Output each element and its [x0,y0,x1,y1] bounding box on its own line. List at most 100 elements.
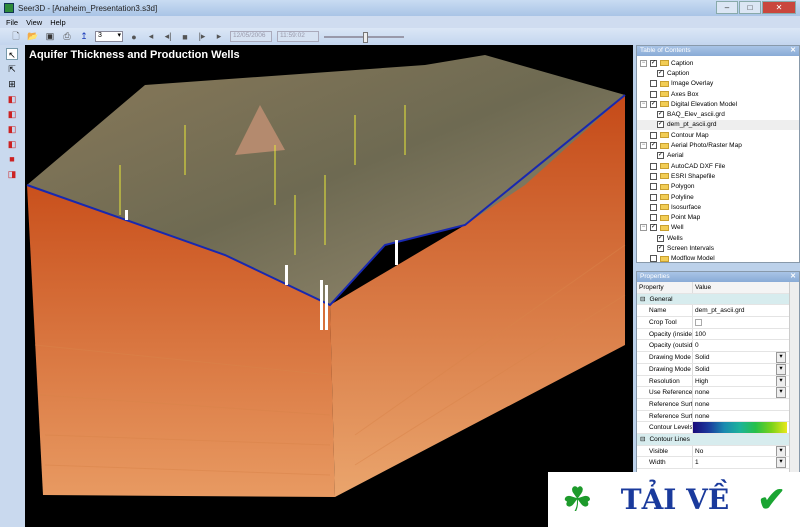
property-row[interactable]: Drawing Mode (Solid [637,352,799,364]
property-row[interactable]: Name dem_pt_ascii.grd [637,305,799,318]
menu-view[interactable]: View [26,18,42,27]
property-value[interactable] [693,422,787,433]
3d-viewport[interactable]: Aquifer Thickness and Production Wells [25,45,633,527]
property-value[interactable]: 100 [693,329,787,340]
close-button[interactable]: ✕ [762,1,796,14]
checkbox[interactable] [650,255,657,263]
expand-icon[interactable] [640,80,647,87]
expand-icon[interactable] [640,173,647,180]
property-value[interactable]: none [693,399,787,410]
property-row[interactable]: Reference Surfa none [637,398,799,411]
print-icon[interactable]: ⎙ [61,31,73,43]
view-front-icon[interactable]: ◧ [6,108,18,120]
time-field[interactable]: 11:59:02 [277,31,319,42]
property-row[interactable]: Reference Surfa none [637,410,799,423]
toc-item[interactable]: − ✓ Digital Elevation Model [637,99,799,109]
toc-item[interactable]: ✓ Aerial [637,151,799,161]
time-slider[interactable] [324,31,404,43]
collapse-icon[interactable]: ⊟ [640,295,645,303]
toc-item[interactable]: − ✓ Aerial Photo/Raster Map [637,140,799,150]
checkbox[interactable]: ✓ [650,59,657,67]
property-value[interactable] [693,317,787,328]
property-row[interactable]: Opacity (outside 0 [637,340,799,353]
checkbox[interactable] [650,203,657,211]
checkbox[interactable]: ✓ [657,244,664,252]
layer-select[interactable]: 3 [95,31,123,42]
next-frame-icon[interactable]: |▸ [196,31,208,43]
checkbox[interactable] [650,193,657,201]
property-category[interactable]: ⊟ General [637,293,799,306]
toc-item[interactable]: Axes Box [637,89,799,99]
checkbox[interactable] [650,131,657,139]
checkbox[interactable]: ✓ [650,224,657,232]
view-side-icon[interactable]: ◧ [6,123,18,135]
expand-icon[interactable] [640,163,647,170]
property-row[interactable]: Crop Tool [637,317,799,329]
toc-item[interactable]: Modflow Model [637,254,799,264]
checkbox[interactable]: ✓ [657,111,664,119]
expand-icon[interactable]: − [640,224,647,232]
first-frame-icon[interactable]: ◂ [145,31,157,43]
property-row[interactable]: Resolution High [637,375,799,388]
maximize-button[interactable]: □ [739,1,761,14]
expand-icon[interactable] [640,204,647,211]
property-value[interactable]: High [693,375,787,387]
toc-item[interactable]: AutoCAD DXF File [637,161,799,171]
checkbox[interactable] [650,183,657,191]
close-icon[interactable]: ✕ [790,272,796,282]
toc-item[interactable]: Polygon [637,182,799,192]
expand-icon[interactable] [640,194,647,201]
property-row[interactable]: Opacity (inside c 100 [637,328,799,341]
expand-icon[interactable] [640,214,647,221]
checkbox[interactable] [650,162,657,170]
property-value[interactable]: none [693,411,787,422]
property-row[interactable]: Width 1 [637,457,799,469]
toc-item[interactable]: ✓ Caption [637,68,799,78]
date-field[interactable]: 12/05/2006 [230,31,272,42]
expand-icon[interactable] [640,255,647,262]
checkbox[interactable] [650,172,657,180]
last-frame-icon[interactable]: ▸ [213,31,225,43]
property-row[interactable]: Contour Levels [637,422,799,434]
toc-item[interactable]: − ✓ Caption [637,58,799,68]
layer-up-icon[interactable]: ↥ [78,31,90,43]
prev-frame-icon[interactable]: ◂| [162,31,174,43]
toc-item[interactable]: ✓ dem_pt_ascii.grd [637,119,799,131]
checkbox[interactable]: ✓ [657,152,664,160]
stop-icon[interactable]: ■ [179,31,191,43]
property-value[interactable]: 0 [693,340,787,351]
checkbox[interactable]: ✓ [657,121,664,129]
toc-item[interactable]: Image Overlay [637,79,799,89]
toc-item[interactable]: Polyline [637,192,799,202]
checkbox[interactable] [650,214,657,222]
checkbox[interactable]: ✓ [657,69,664,77]
checkbox[interactable] [650,90,657,98]
checkbox[interactable]: ✓ [650,142,657,150]
toc-item[interactable]: ✓ BAQ_Elev_ascii.grd [637,109,799,119]
save-icon[interactable]: ▣ [44,31,56,43]
minimize-button[interactable]: – [716,1,738,14]
view-bottom-icon[interactable]: ■ [6,153,18,165]
new-file-icon[interactable]: 🗋 [10,31,22,43]
expand-icon[interactable] [640,91,647,98]
checkbox[interactable]: ✓ [650,100,657,108]
property-category[interactable]: ⊟ Contour Lines [637,433,799,446]
zoom-extents-icon[interactable]: ⊞ [6,78,18,90]
view-3d-icon[interactable]: ◨ [6,168,18,180]
checkbox[interactable]: ✓ [657,234,664,242]
expand-icon[interactable]: − [640,59,647,67]
expand-icon[interactable] [640,132,647,139]
record-icon[interactable]: ● [128,31,140,43]
expand-icon[interactable]: − [640,142,647,150]
menu-help[interactable]: Help [50,18,65,27]
expand-icon[interactable]: − [640,100,647,108]
select-arrow-icon[interactable]: ↖ [6,48,18,60]
checkbox[interactable] [650,80,657,88]
property-row[interactable]: Drawing Mode (Solid [637,363,799,376]
menu-file[interactable]: File [6,18,18,27]
toc-item[interactable]: Point Map [637,212,799,222]
crop-tool-checkbox[interactable] [695,319,702,327]
toc-item[interactable]: Contour Map [637,130,799,140]
toc-item[interactable]: ✓ Wells [637,233,799,243]
property-row[interactable]: Use Reference none [637,387,799,399]
